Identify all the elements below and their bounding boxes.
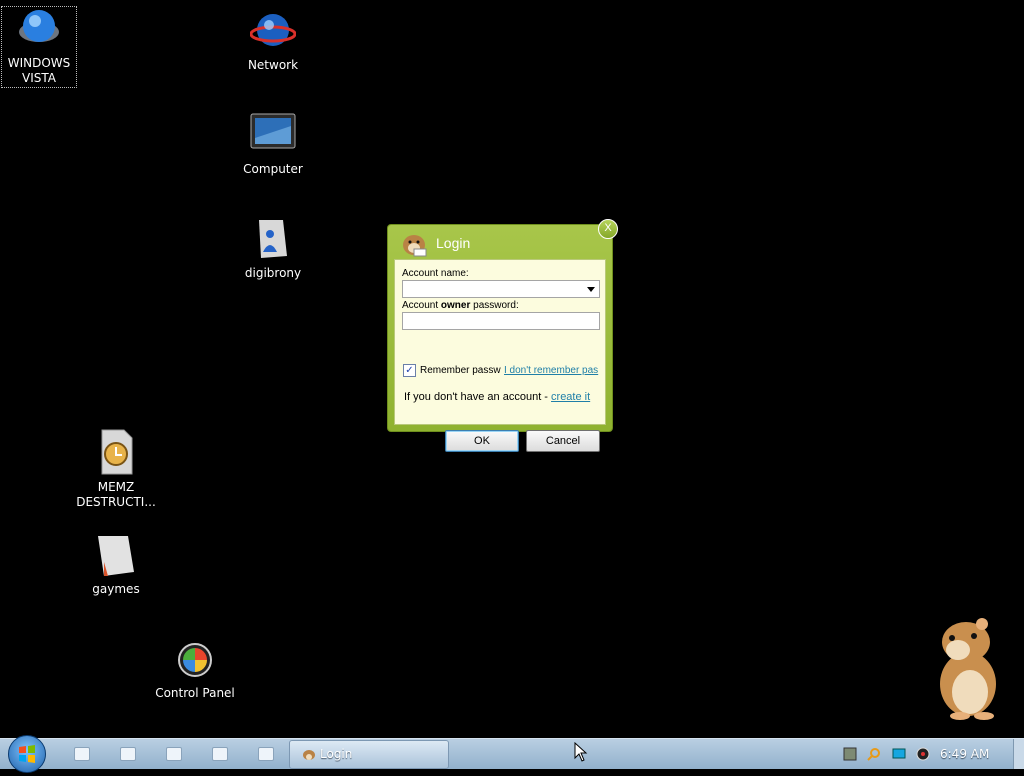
user-folder-icon [259, 220, 287, 258]
forgot-password-link[interactable]: I don't remember pas [504, 365, 600, 376]
quick-launch-item[interactable] [120, 747, 136, 761]
computer-monitor-icon [250, 113, 296, 149]
network-globe-icon [250, 14, 296, 46]
desktop-icon-digibrony[interactable]: digibrony [233, 216, 313, 281]
account-owner-password-label: Account owner password: [402, 300, 519, 311]
label-text: password: [470, 300, 519, 311]
tray-search-icon[interactable] [867, 747, 881, 761]
hamster-app-icon [403, 235, 427, 257]
hamster-mascot-image [940, 618, 996, 720]
taskbar-item-login[interactable]: Login [289, 740, 449, 769]
desktop-icon-memz[interactable]: MEMZ DESTRUCTI... [76, 428, 156, 510]
tray-display-icon[interactable] [892, 747, 906, 761]
taskbar-item-label: Login [320, 747, 353, 761]
desktop-icon-windows-vista[interactable]: WINDOWS VISTA [1, 6, 77, 88]
quick-launch-item[interactable] [212, 747, 228, 761]
quick-launch-item[interactable] [166, 747, 182, 761]
show-desktop-button[interactable] [1013, 739, 1024, 769]
desktop-icon-gaymes[interactable]: gaymes [76, 532, 156, 597]
taskbar: Login 6:49 AM [0, 735, 1024, 773]
quick-launch-item[interactable] [74, 747, 90, 761]
no-account-text: If you don't have an account - create it [404, 391, 590, 403]
dialog-body: Account name: Account owner password: ✓ … [394, 259, 606, 452]
desktop-icon-computer[interactable]: Computer [233, 112, 313, 177]
mouse-cursor-icon [574, 742, 588, 762]
close-button[interactable]: X [598, 219, 618, 239]
label-bold-text: owner [440, 300, 471, 311]
create-account-link[interactable]: create it [551, 391, 590, 403]
clock-executable-icon [101, 429, 133, 475]
desktop-icon-label: Network [247, 58, 299, 72]
account-name-combobox[interactable] [402, 280, 600, 298]
password-input[interactable] [402, 312, 600, 330]
vista-sphere-icon [19, 10, 59, 42]
clock[interactable]: 6:49 AM [940, 747, 989, 761]
desktop-icon-label: WINDOWS VISTA [7, 56, 71, 85]
desktop-icon-label: digibrony [244, 266, 302, 280]
login-dialog: Login X Account name: Account owner pass… [387, 219, 618, 452]
quick-launch-item[interactable] [258, 747, 274, 761]
tray-network-icon[interactable] [843, 747, 857, 761]
label-text: Account [402, 300, 441, 311]
dialog-title: Login [436, 235, 471, 251]
desktop-icon-label: Control Panel [155, 686, 235, 700]
folder-icon [98, 536, 134, 576]
tray-volume-icon[interactable] [916, 747, 930, 761]
desktop-icon-label: Computer [243, 162, 303, 176]
start-button[interactable] [8, 735, 46, 773]
control-panel-icon [178, 643, 212, 677]
desktop-icon-label: MEMZ DESTRUCTI... [76, 480, 156, 509]
remember-password-checkbox[interactable]: ✓ [403, 364, 416, 377]
cancel-button[interactable]: Cancel [526, 430, 600, 452]
no-account-label: If you don't have an account - [404, 391, 552, 403]
remember-password-label[interactable]: Remember passw [420, 365, 501, 376]
desktop-icon-label: gaymes [92, 582, 140, 596]
desktop-icon-control-panel[interactable]: Control Panel [155, 638, 235, 701]
hamster-app-icon [303, 750, 315, 760]
desktop-icon-network[interactable]: Network [233, 10, 313, 73]
account-name-label: Account name: [402, 268, 469, 279]
windows-logo-icon [19, 745, 35, 763]
ok-button[interactable]: OK [445, 430, 519, 452]
chevron-down-icon[interactable] [587, 287, 595, 292]
